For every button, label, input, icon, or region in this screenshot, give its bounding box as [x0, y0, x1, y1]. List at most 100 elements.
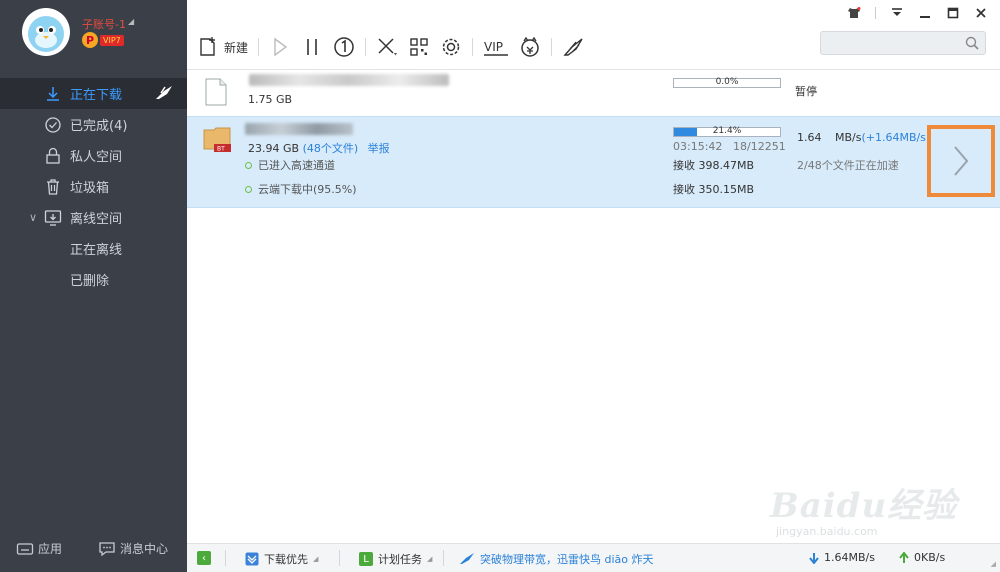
upload-speed-indicator: 0KB/s: [899, 551, 945, 564]
scheduled-task-button[interactable]: L 计划任务 ◢: [359, 551, 432, 567]
status-text: 云端下载中(95.5%): [258, 183, 357, 196]
task-file-count: (48个文件): [302, 142, 359, 155]
speed-extra: (+1.64MB/s): [861, 131, 931, 144]
report-link[interactable]: 举报: [368, 142, 390, 155]
skin-icon[interactable]: [847, 6, 861, 20]
dropdown-icon: ◢: [427, 555, 433, 563]
settings-button[interactable]: [440, 34, 462, 60]
menu-icon[interactable]: [890, 6, 904, 20]
progress-bar: 21.4%: [673, 126, 781, 137]
divider: [225, 550, 226, 566]
sidebar-item-label: 已完成(4): [70, 119, 128, 134]
trash-icon: [47, 178, 59, 195]
new-task-label: 新建: [224, 40, 249, 55]
sidebar-item-label: 正在离线: [70, 243, 123, 258]
vip-level: VIP7: [100, 34, 124, 46]
money-face-icon: [521, 36, 539, 57]
sidebar-item-offline-space[interactable]: ∨ 离线空间: [0, 202, 187, 233]
start-button[interactable]: [269, 34, 291, 60]
search-box[interactable]: [820, 31, 986, 55]
bird-icon: [460, 553, 474, 564]
search-input[interactable]: [821, 32, 956, 54]
check-circle-icon: [45, 116, 61, 133]
divider: [551, 38, 553, 56]
toolbar: 新建 VIP: [197, 34, 594, 60]
sidebar-nav: 正在下载 已完成(4) 私人空间 垃圾箱 ∨ 离线空间 正在离线 已删除: [0, 78, 187, 295]
received-1: 接收 398.47MB: [673, 159, 755, 172]
received-2: 接收 350.15MB: [673, 183, 755, 196]
blurred-filename: [249, 74, 449, 86]
single-task-button[interactable]: [333, 34, 355, 60]
sidebar-footer: 应用 消息中心: [0, 528, 187, 572]
play-icon: [274, 37, 288, 57]
piggy-button[interactable]: [519, 34, 541, 60]
sidebar-item-completed[interactable]: 已完成(4): [0, 109, 187, 140]
message-center-label: 消息中心: [120, 542, 169, 556]
priority-label: 下载优先: [264, 553, 308, 566]
sidebar-item-label: 垃圾箱: [70, 181, 110, 196]
vip-badge[interactable]: P VIP7: [82, 32, 124, 48]
xunlei-bird-icon: [156, 86, 172, 99]
apps-icon: [16, 542, 34, 555]
task-list: 1.75 GB 0.0% 暂停 BT 23.94 GB (48个文件) 举报 已…: [187, 70, 1000, 535]
close-icon[interactable]: [974, 6, 988, 20]
divider: [339, 550, 340, 566]
qrcode-button[interactable]: [408, 34, 430, 60]
status-dot-icon: [245, 161, 252, 169]
status-text: 已进入高速通道: [258, 159, 335, 172]
task-size: 23.94 GB: [248, 142, 300, 155]
bird-wing-icon: [563, 38, 583, 56]
divider: [875, 7, 876, 19]
dropdown-icon: ◢: [313, 555, 319, 563]
account-dropdown-icon[interactable]: ◢: [128, 17, 134, 26]
promo-text: 突破物理带宽，迅雷快鸟 diāo 炸天: [480, 553, 654, 566]
task-row[interactable]: 1.75 GB 0.0% 暂停: [187, 70, 1000, 116]
divider: [365, 38, 367, 56]
resize-grip-icon[interactable]: ◢: [991, 560, 996, 568]
divider: [443, 550, 444, 566]
qrcode-icon: [410, 38, 428, 56]
priority-icon: [245, 552, 259, 566]
vip-button[interactable]: VIP: [483, 34, 509, 60]
status-bar: ‹ 下载优先 ◢ L 计划任务 ◢ 突破物理带宽，迅雷快鸟 diāo 炸天 1.…: [187, 543, 1000, 572]
task-size-line: 23.94 GB (48个文件) 举报: [248, 140, 390, 156]
sidebar: 子账号-1 ◢ P VIP7 正在下载 已完成(4) 私人空间 垃圾箱 ∨ 离线…: [0, 0, 187, 572]
task-detail-button[interactable]: [927, 125, 995, 197]
lock-icon: [46, 147, 60, 164]
download-priority-button[interactable]: 下载优先 ◢: [245, 551, 318, 567]
avatar[interactable]: [22, 8, 70, 56]
divider: [472, 38, 474, 56]
task-row-selected[interactable]: BT 23.94 GB (48个文件) 举报 已进入高速通道 云端下载中(95.…: [187, 116, 1000, 208]
gear-icon: [442, 38, 460, 56]
search-icon[interactable]: [965, 36, 979, 50]
divider: [258, 38, 260, 56]
chevron-left-icon: ‹: [197, 551, 211, 565]
task-status: 暂停: [795, 85, 817, 98]
new-task-button[interactable]: 新建: [197, 34, 248, 60]
task-size: 1.75 GB: [248, 93, 293, 106]
sidebar-item-offline-deleted[interactable]: 已删除: [0, 264, 187, 295]
up-speed: 0KB/s: [914, 551, 946, 564]
progress-text: 21.4%: [712, 126, 742, 136]
account-name[interactable]: 子账号-1: [82, 16, 126, 32]
minimize-icon[interactable]: [918, 6, 932, 20]
delete-button[interactable]: [376, 34, 398, 60]
sidebar-item-private-space[interactable]: 私人空间: [0, 140, 187, 171]
offline-download-icon: [44, 209, 62, 226]
chevron-down-icon[interactable]: ∨: [29, 211, 37, 224]
maximize-icon[interactable]: [946, 6, 960, 20]
message-center-button[interactable]: 消息中心: [98, 540, 168, 557]
pause-button[interactable]: [301, 34, 323, 60]
download-arrow-icon: [47, 86, 59, 101]
collapse-button[interactable]: ‹: [197, 551, 211, 565]
sidebar-item-offline-active[interactable]: 正在离线: [0, 233, 187, 264]
file-icon: [205, 78, 227, 106]
sidebar-item-trash[interactable]: 垃圾箱: [0, 171, 187, 202]
speedup-button[interactable]: [562, 34, 584, 60]
progress-text: 0.0%: [715, 77, 739, 87]
apps-button[interactable]: 应用: [16, 540, 62, 557]
promo-link[interactable]: 突破物理带宽，迅雷快鸟 diāo 炸天: [459, 551, 654, 567]
sidebar-item-downloading[interactable]: 正在下载: [0, 78, 187, 109]
time-remaining: 03:15:42: [673, 140, 723, 153]
up-arrow-icon: [899, 551, 909, 563]
